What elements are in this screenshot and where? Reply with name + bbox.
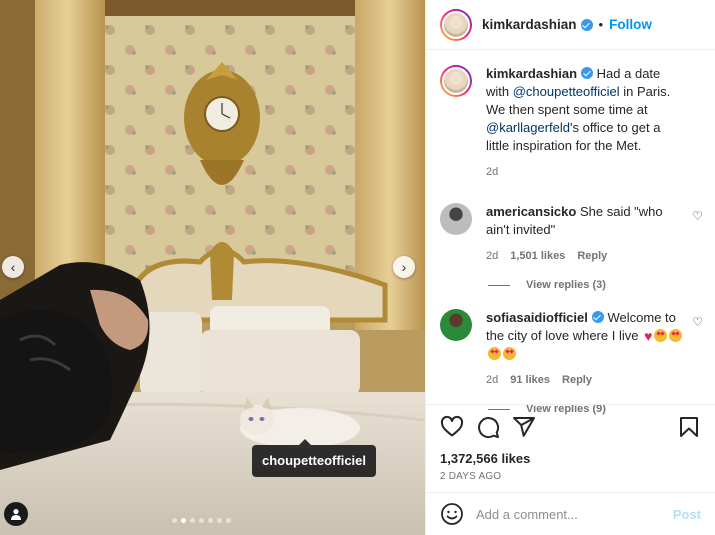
carousel-dot	[226, 518, 231, 523]
reply-button[interactable]: Reply	[577, 247, 607, 265]
avatar[interactable]	[440, 8, 472, 41]
post-comment-button[interactable]: Post	[673, 507, 701, 522]
mention-link[interactable]: @karllagerfeld	[486, 120, 570, 135]
comment-username[interactable]: americansicko	[486, 204, 576, 219]
comment-likes[interactable]: 1,501 likes	[510, 247, 565, 265]
comments-list: kimkardashian Had a date with @choupette…	[426, 51, 715, 415]
carousel-prev-button[interactable]: ‹	[2, 256, 24, 278]
heart-icon[interactable]	[440, 415, 464, 439]
heart-eyes-emoji-icon	[503, 347, 516, 360]
carousel-dot	[172, 518, 177, 523]
separator: •	[598, 17, 604, 32]
caption-username[interactable]: kimkardashian	[486, 66, 577, 81]
avatar[interactable]	[440, 203, 472, 235]
carousel-dot	[181, 518, 186, 523]
post-photo[interactable]: ‹ › choupetteofficiel	[0, 0, 425, 535]
carousel-dot	[217, 518, 222, 523]
avatar[interactable]	[440, 65, 472, 97]
user-tag-icon	[11, 509, 21, 520]
reply-button[interactable]: Reply	[562, 371, 592, 389]
carousel-dot	[190, 518, 195, 523]
carousel-indicator	[172, 518, 231, 523]
add-comment-bar: Post	[426, 492, 715, 535]
author-username[interactable]: kimkardashian	[482, 17, 577, 32]
heart-eyes-emoji-icon	[488, 347, 501, 360]
post-timestamp: 2 DAYS AGO	[440, 471, 502, 482]
image-user-tag[interactable]: choupetteofficiel	[252, 439, 377, 477]
heart-eyes-emoji-icon	[669, 329, 683, 342]
likes-count[interactable]: 1,372,566 likes	[440, 451, 701, 466]
carousel-next-button[interactable]: ›	[393, 256, 415, 278]
avatar[interactable]	[440, 309, 472, 341]
bookmark-icon[interactable]	[677, 415, 701, 439]
heart-eyes-emoji-icon	[654, 329, 668, 342]
follow-button[interactable]: Follow	[609, 17, 652, 32]
comment-username[interactable]: sofiasaidiofficiel	[486, 310, 588, 325]
add-comment-input[interactable]	[476, 506, 673, 522]
post-side-panel: kimkardashian • Follow kimkardashian Had…	[425, 0, 715, 535]
comment-timestamp: 2d	[486, 250, 499, 262]
share-icon[interactable]	[512, 415, 536, 439]
mention-link[interactable]: @choupetteofficiel	[513, 84, 620, 99]
red-heart-emoji-icon: ♥	[644, 328, 653, 344]
verified-badge-icon	[580, 18, 593, 31]
post-header: kimkardashian • Follow	[426, 0, 715, 50]
post-actions: 1,372,566 likes 2 DAYS AGO	[426, 404, 715, 482]
view-replies-label: View replies (3)	[526, 279, 606, 291]
caption: kimkardashian Had a date with @choupette…	[440, 65, 701, 181]
user-tag-button[interactable]	[4, 502, 28, 526]
view-replies-button[interactable]: View replies (3)	[488, 279, 701, 291]
comment-icon[interactable]	[476, 415, 500, 439]
carousel-dot	[208, 518, 213, 523]
chevron-left-icon: ‹	[10, 259, 16, 275]
verified-badge-icon	[591, 311, 604, 323]
comment-like-heart-icon[interactable]: ♡	[692, 209, 703, 223]
carousel-dot	[199, 518, 204, 523]
comment-like-heart-icon[interactable]: ♡	[692, 315, 703, 329]
caption-timestamp: 2d	[486, 166, 499, 178]
chevron-right-icon: ›	[401, 259, 407, 275]
comment-item: sofiasaidiofficiel Welcome to the city o…	[440, 309, 703, 389]
post-modal: ‹ › choupetteofficiel kimkardashian • Fo…	[0, 0, 715, 535]
comment-timestamp: 2d	[486, 374, 499, 386]
comment-likes[interactable]: 91 likes	[510, 371, 550, 389]
comment-item: americansicko She said "who ain't invite…	[440, 203, 703, 265]
verified-badge-icon	[581, 67, 594, 79]
emoji-icon[interactable]	[440, 502, 464, 526]
